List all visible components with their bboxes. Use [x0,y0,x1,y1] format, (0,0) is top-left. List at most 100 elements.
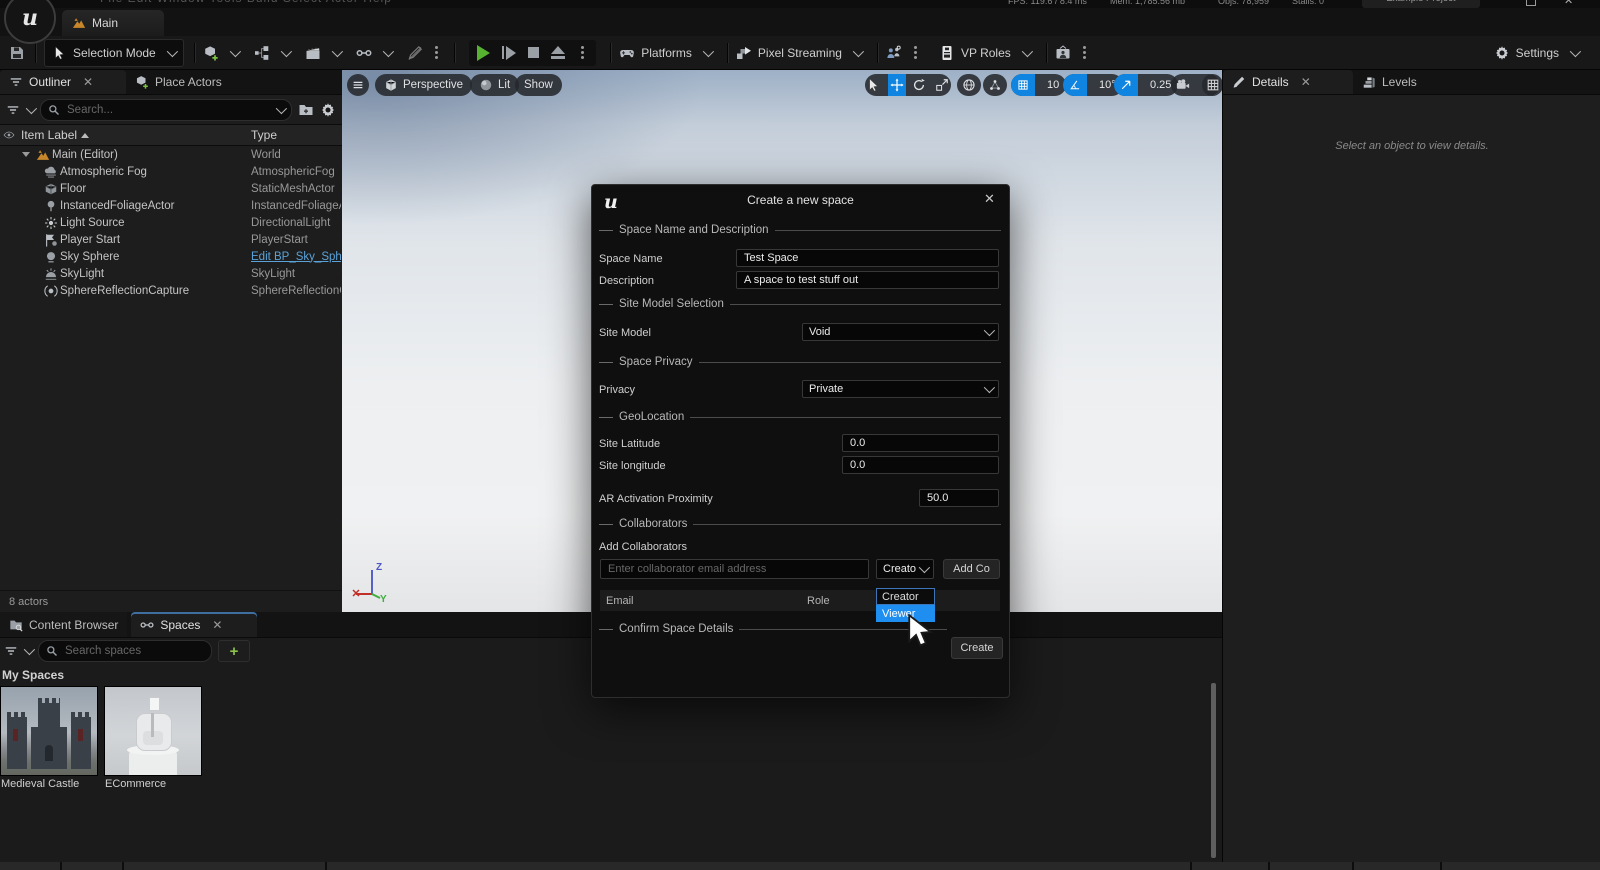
stop-button[interactable] [528,47,539,58]
expand-caret-icon[interactable] [22,152,30,157]
grid-snap-control: 10 [1011,74,1066,96]
show-dropdown[interactable]: Show [515,74,562,96]
add-collaborator-label: Add Co [953,563,990,575]
tab-spaces[interactable]: Spaces ✕ [131,612,257,637]
collaborator-email-field[interactable] [600,559,869,579]
pixel-streaming-label: Pixel Streaming [758,46,842,60]
privacy-select[interactable]: Private [802,380,999,398]
close-window-button[interactable]: ✕ [1564,0,1573,7]
pixel-streaming-dropdown[interactable]: Pixel Streaming [728,40,869,66]
outliner-row-atmospheric-fog[interactable]: Atmospheric FogAtmosphericFog [0,163,342,180]
outliner-search[interactable] [40,99,292,121]
search-options-chevron-icon[interactable] [276,103,287,114]
angle-snap-button[interactable] [1063,74,1087,96]
toolbar-overflow-dots[interactable] [435,51,438,54]
add-actor-button[interactable] [195,40,246,66]
settings-dropdown[interactable]: Settings [1486,40,1586,66]
tab-outliner[interactable]: Outliner ✕ [0,70,126,94]
camera-speed-button[interactable] [1171,74,1195,96]
scale-tool-button[interactable] [933,74,951,96]
cinematics-button[interactable] [297,40,348,66]
new-folder-icon[interactable] [298,102,314,118]
move-tool-button[interactable] [888,74,906,96]
frame-skip-button[interactable] [502,46,517,60]
sort-ascending-icon[interactable] [81,133,89,138]
dialog-close-icon[interactable]: ✕ [984,191,995,207]
platforms-dropdown[interactable]: Platforms [611,40,719,66]
add-collaborator-button[interactable]: Add Co [943,559,1000,579]
tab-place-actors[interactable]: Place Actors [126,70,231,94]
space-name-field[interactable] [736,249,999,267]
eject-button[interactable] [551,46,565,59]
tab-content-browser[interactable]: Content Browser [0,612,127,637]
sequencer-button[interactable] [348,40,399,66]
grid-snap-button[interactable] [1011,74,1035,96]
spaces-search[interactable] [38,640,212,662]
outliner-icon [9,75,23,89]
section-site-model: Site Model Selection [599,298,1001,310]
site-latitude-field[interactable] [842,434,999,452]
role-option-creator[interactable]: Creator [876,588,935,605]
filter-icon[interactable] [6,103,20,117]
editor-modes-button[interactable] [399,40,431,66]
select-tool-button[interactable] [865,74,883,96]
maximize-button[interactable] [1526,0,1536,6]
outliner-row-main-editor-[interactable]: Main (Editor)World [0,146,342,163]
description-field[interactable] [736,271,999,289]
tab-details[interactable]: Details ✕ [1223,70,1353,94]
world-space-button[interactable] [957,74,981,96]
multi-user-button[interactable] [878,40,910,66]
outliner-row-floor[interactable]: FloorStaticMeshActor [0,180,342,197]
outliner-row-spherereflectioncapture[interactable]: SphereReflectionCaptureSphereReflectionC [0,282,342,299]
add-space-button[interactable]: + [218,640,250,662]
play-options-dots[interactable] [581,51,584,54]
outliner-row-sky-sphere[interactable]: Sky SphereEdit BP_Sky_Sphe [0,248,342,265]
vp-roles-dropdown[interactable]: VP Roles [931,40,1038,66]
outliner-search-input[interactable] [65,103,239,117]
ar-proximity-field[interactable] [919,489,999,507]
space-card-ecommerce[interactable]: ECommerce [104,686,202,792]
selection-mode-dropdown[interactable]: Selection Mode [44,39,184,67]
column-type-label[interactable]: Type [251,128,277,142]
site-model-select[interactable]: Void [802,323,999,341]
lit-dropdown[interactable]: Lit [470,74,519,96]
tab-main-level[interactable]: Main [62,10,164,36]
globe-icon [962,78,976,92]
spaces-search-input[interactable] [63,644,182,658]
multi-user-dots[interactable] [914,51,917,54]
outliner-item-type[interactable]: Edit BP_Sky_Sphe [251,251,341,263]
virtual-camera-dots[interactable] [1083,51,1086,54]
spaces-filter-chevron-icon[interactable] [24,644,35,655]
scale-snap-button[interactable] [1114,74,1138,96]
filter-chevron-icon[interactable] [26,103,37,114]
surface-snapping-button[interactable] [983,74,1007,96]
perspective-dropdown[interactable]: Perspective [375,74,472,96]
save-icon[interactable] [9,45,25,61]
outliner-row-skylight[interactable]: SkyLightSkyLight [0,265,342,282]
site-longitude-field[interactable] [842,456,999,474]
spaces-filter-icon[interactable] [4,644,18,658]
outliner-row-player-start[interactable]: Player StartPlayerStart [0,231,342,248]
viewport-menu-button[interactable] [347,74,369,96]
bottom-panel-scrollbar[interactable] [1211,683,1216,858]
virtual-camera-button[interactable] [1047,40,1079,66]
rotate-tool-button[interactable] [911,74,929,96]
create-space-dialog: u Create a new space ✕ Space Name and De… [591,184,1010,698]
visibility-column-icon[interactable] [3,129,15,141]
tab-levels[interactable]: Levels [1353,70,1426,94]
role-select[interactable]: Creato [876,559,934,579]
blueprints-button[interactable] [246,40,297,66]
create-space-button[interactable]: Create [951,637,1003,659]
outliner-row-light-source[interactable]: Light SourceDirectionalLight [0,214,342,231]
outliner-settings-icon[interactable] [320,102,336,118]
maximize-viewport-button[interactable] [1202,74,1222,96]
column-item-label[interactable]: Item Label [21,128,77,142]
space-card-medieval-castle[interactable]: Medieval Castle [0,686,98,792]
close-details-tab-icon[interactable]: ✕ [1301,75,1311,89]
scale-snap-control: 0.25 [1114,74,1178,96]
close-spaces-tab-icon[interactable]: ✕ [212,618,222,632]
menu-bar[interactable]: File Edit Window Tools Build Select Acto… [100,0,392,5]
play-button[interactable] [477,45,490,61]
close-outliner-tab-icon[interactable]: ✕ [83,75,93,89]
outliner-row-instancedfoliageactor[interactable]: InstancedFoliageActorInstancedFoliageA [0,197,342,214]
